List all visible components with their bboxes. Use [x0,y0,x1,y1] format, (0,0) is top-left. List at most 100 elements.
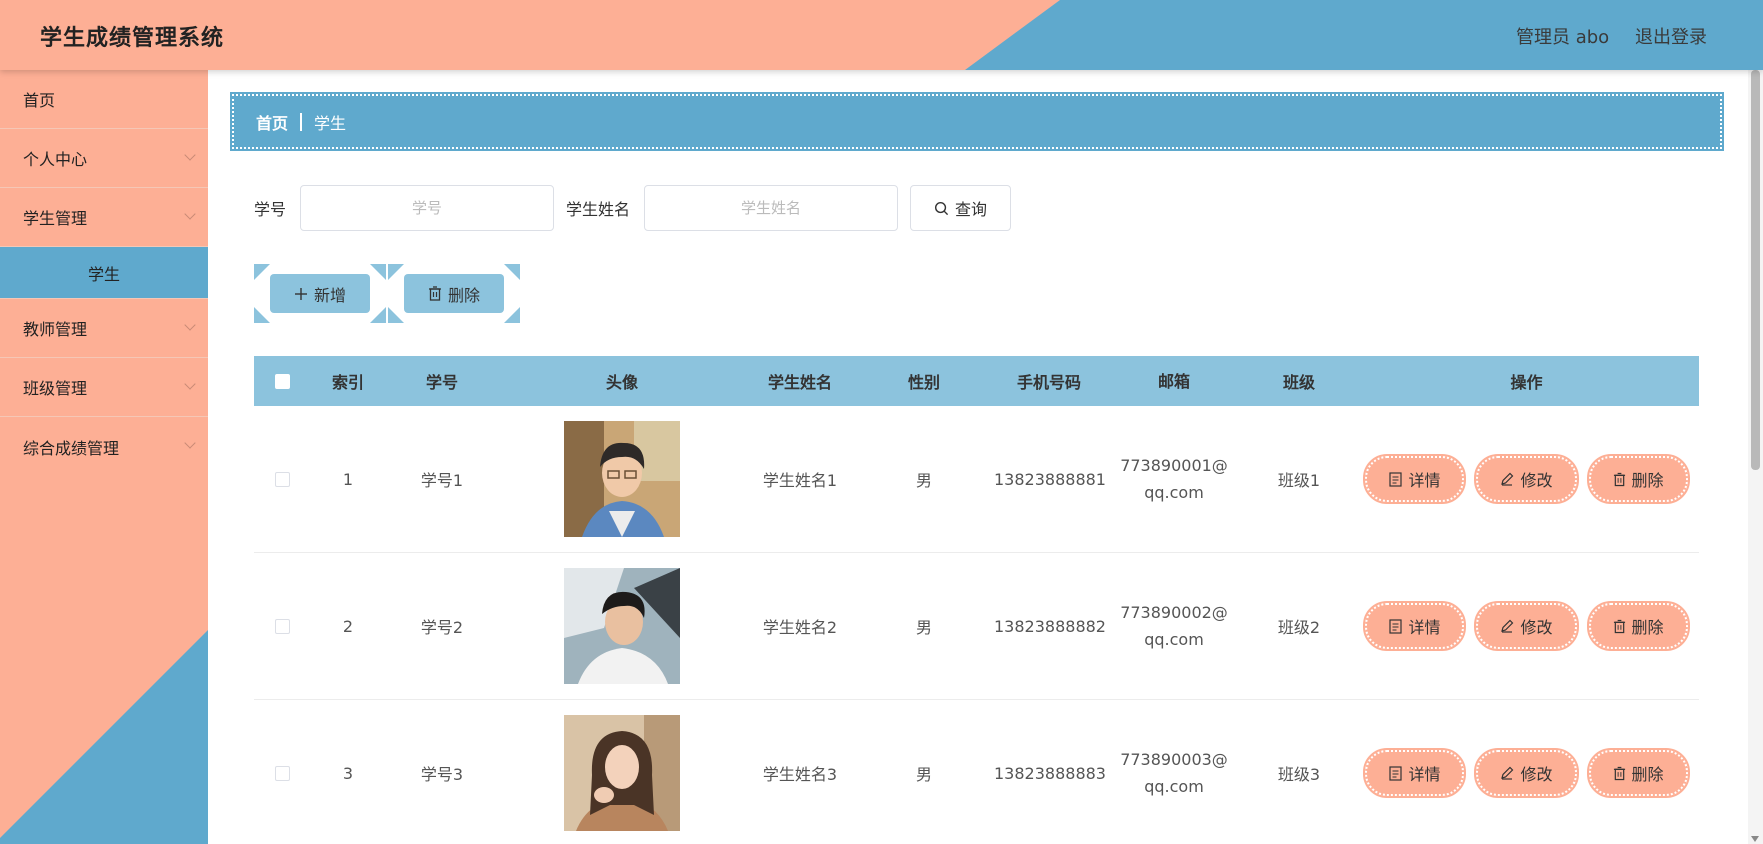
email-line: 773890003@ [1120,750,1228,769]
delete-button-label: 删除 [1631,765,1664,784]
add-button[interactable]: 新增 [270,274,370,313]
delete-button[interactable]: 删除 [1586,601,1690,651]
sidebar-item-personal-center[interactable]: 个人中心 [0,129,208,188]
scroll-down-arrow-icon[interactable] [1751,836,1759,842]
current-user: 管理员 abo [1516,27,1610,48]
avatar[interactable] [564,421,680,537]
trash-icon [428,286,441,301]
header-student-no: 学号 [425,373,458,392]
sidebar-subitem-student[interactable]: 学生 [0,247,208,299]
cell-phone: 13823888883 [994,763,1106,783]
table-row: 1 学号1 学生姓名1 男 13823888881 773890001@ qq.… [254,406,1699,553]
logout-link[interactable]: 退出登录 [1635,23,1707,49]
page-scrollbar[interactable] [1748,70,1763,844]
cell-name: 学生姓名1 [762,471,838,490]
scrollbar-thumb[interactable] [1751,70,1760,470]
sidebar-item-student-management[interactable]: 学生管理 [0,188,208,247]
table-header: 索引 学号 头像 学生姓名 性别 手机号码 邮箱 班级 操作 [254,356,1699,406]
search-icon [935,201,949,215]
trash-icon [1613,766,1625,780]
header-gender: 性别 [907,373,940,392]
cell-name: 学生姓名2 [762,618,838,637]
email-line: qq.com [1144,630,1204,649]
sidebar-item-label: 首页 [23,91,56,110]
row-checkbox[interactable] [274,765,290,781]
cell-student-no: 学号3 [420,765,464,784]
sidebar-item-score-management[interactable]: 综合成绩管理 [0,417,208,476]
cell-class: 班级2 [1277,618,1321,637]
delete-button[interactable]: 删除 [1586,748,1690,798]
delete-button[interactable]: 删除 [1586,454,1690,504]
header-avatar: 头像 [605,373,638,392]
detail-button[interactable]: 详情 [1363,454,1467,504]
header-operations: 操作 [1510,373,1543,392]
email-line: 773890001@ [1120,456,1228,475]
query-button[interactable]: 查询 [910,185,1012,231]
header-email: 邮箱 [1157,371,1190,391]
sidebar-item-label: 班级管理 [23,379,88,398]
header-phone: 手机号码 [1016,373,1081,392]
sidebar-item-label: 教师管理 [23,320,88,339]
sidebar-item-teacher-management[interactable]: 教师管理 [0,299,208,358]
decor-corner [504,264,520,280]
sidebar-item-home[interactable]: 首页 [0,70,208,129]
decor-corner [504,307,520,323]
email-line: qq.com [1144,777,1204,796]
breadcrumb-separator [300,112,303,131]
cell-class: 班级1 [1277,471,1321,490]
pencil-icon [1501,472,1514,486]
sidebar-item-label: 学生管理 [23,209,88,228]
breadcrumb-home[interactable]: 首页 [256,110,288,134]
document-icon [1389,471,1403,487]
cell-index: 3 [342,763,354,783]
sidebar-item-label: 个人中心 [23,150,88,169]
header-salmon-band [0,0,1060,70]
student-no-input[interactable] [300,185,555,231]
cell-index: 1 [342,469,354,489]
edit-button[interactable]: 修改 [1474,748,1579,798]
delete-button-label: 删除 [1631,618,1664,637]
edit-button[interactable]: 修改 [1474,454,1579,504]
row-checkbox[interactable] [274,471,290,487]
cell-gender: 男 [915,765,932,784]
chevron-down-icon [184,437,196,449]
plus-icon [294,287,307,300]
delete-button-wrapper: 删除 [388,264,520,323]
cell-email: 773890001@ qq.com [1104,452,1244,506]
document-icon [1389,765,1403,781]
delete-button-label: 删除 [1631,471,1664,490]
decor-corner [370,307,386,323]
search-form: 学号 学生姓名 查询 [254,185,1012,231]
edit-button-label: 修改 [1520,765,1553,784]
bulk-delete-label: 删除 [447,285,480,305]
pencil-icon [1501,766,1514,780]
decor-corner [388,307,404,323]
breadcrumb: 首页 学生 [230,92,1724,151]
avatar[interactable] [564,715,680,831]
table-row: 2 学号2 学生姓名2 男 13823888882 773890002@ qq.… [254,553,1699,700]
decor-corner [254,264,270,280]
edit-button[interactable]: 修改 [1474,601,1579,651]
document-icon [1389,618,1403,634]
bulk-delete-button[interactable]: 删除 [404,274,504,313]
chevron-down-icon [184,378,196,390]
detail-button-label: 详情 [1408,618,1441,637]
student-name-input[interactable] [644,185,899,231]
cell-name: 学生姓名3 [762,765,838,784]
row-checkbox[interactable] [274,618,290,634]
chevron-down-icon [184,319,196,331]
email-line: 773890002@ [1120,603,1228,622]
avatar[interactable] [564,568,680,684]
decor-corner [370,264,386,280]
cell-student-no: 学号1 [420,471,464,490]
header-class: 班级 [1282,373,1315,392]
sidebar-item-class-management[interactable]: 班级管理 [0,358,208,417]
edit-button-label: 修改 [1520,471,1553,490]
sidebar-item-label: 综合成绩管理 [23,438,120,458]
detail-button[interactable]: 详情 [1363,748,1467,798]
add-button-wrapper: 新增 [254,264,386,323]
select-all-checkbox[interactable] [274,373,290,389]
add-button-label: 新增 [313,285,346,305]
detail-button[interactable]: 详情 [1363,601,1467,651]
header-name: 学生姓名 [767,373,832,392]
